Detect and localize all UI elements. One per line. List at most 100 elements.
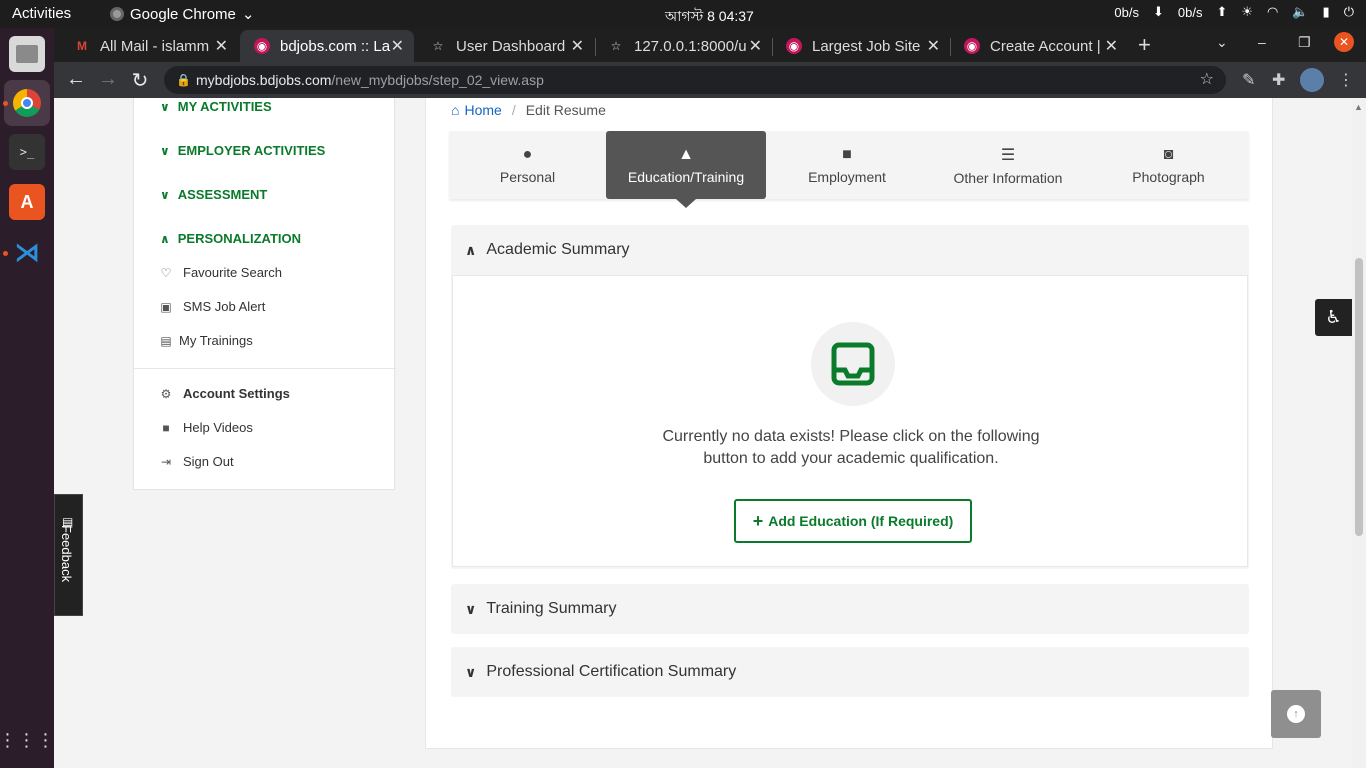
tab-title: bdjobs.com :: La — [280, 37, 391, 55]
scroll-to-top-button[interactable]: ↑ — [1271, 690, 1321, 738]
sidebar-item-label: SMS Job Alert — [183, 299, 266, 314]
browser-tab[interactable]: ☆ 127.0.0.1:8000/u ✕ — [594, 30, 772, 62]
browser-tab[interactable]: ◉ Largest Job Site ✕ — [772, 30, 950, 62]
software-center-icon[interactable]: A — [9, 184, 45, 220]
bookmark-star-icon[interactable]: ☆ — [1200, 66, 1214, 94]
academic-summary-panel: ∧ Academic Summary Currently no data exi… — [451, 225, 1249, 569]
tab-other-information[interactable]: ☰ Other Information — [928, 131, 1088, 199]
vscode-icon[interactable]: ⋊ — [9, 234, 45, 270]
star-icon: ☆ — [610, 39, 622, 53]
chevron-down-icon: ∨ — [160, 99, 170, 114]
camera-icon: ◙ — [1163, 145, 1174, 163]
arrow-up-icon: ↑ — [1287, 705, 1305, 723]
show-apps-icon[interactable]: ⋮⋮⋮ — [0, 722, 55, 758]
chrome-dock-icon[interactable] — [4, 80, 50, 126]
new-tab-button[interactable]: + — [1138, 32, 1151, 58]
tab-education-training[interactable]: ▲ Education/Training — [606, 131, 766, 208]
academic-summary-header[interactable]: ∧ Academic Summary — [451, 225, 1249, 275]
avatar[interactable] — [1300, 68, 1324, 92]
net-down-value: 0b/s — [1114, 4, 1139, 20]
tab-title: Largest Job Site — [812, 37, 921, 55]
system-top-bar: Activities Google Chrome ⌄ আগস্ট 8 04:37… — [0, 0, 1366, 28]
training-summary-header[interactable]: ∨ Training Summary — [451, 584, 1249, 634]
address-bar[interactable]: 🔒 mybdjobs.bdjobs.com/new_mybdjobs/step_… — [164, 66, 1226, 94]
close-tab-icon[interactable]: ✕ — [391, 36, 404, 56]
tab-personal[interactable]: ● Personal — [449, 131, 606, 199]
browser-tab[interactable]: M All Mail - islamm ✕ — [60, 30, 238, 62]
scroll-up-arrow-icon[interactable]: ▲ — [1354, 102, 1363, 112]
system-tray[interactable]: 0b/s ⬇ 0b/s ⬆ ☀ ◠ 🔈 ▮ ⏻ — [1114, 4, 1354, 20]
url-path: /new_mybdjobs/step_02_view.asp — [331, 72, 544, 88]
tab-label: Other Information — [953, 169, 1063, 186]
tab-search-icon[interactable]: ⌄ — [1216, 34, 1228, 51]
page-scrollbar[interactable]: ▲ — [1352, 98, 1366, 768]
sidebar-item-my-trainings[interactable]: ▤ My Trainings — [159, 333, 253, 348]
breadcrumb: ⌂ Home / Edit Resume — [451, 102, 606, 118]
net-up-value: 0b/s — [1177, 4, 1203, 20]
breadcrumb-home[interactable]: ⌂ Home — [451, 102, 502, 118]
sidebar-item-sign-out[interactable]: ⇥ Sign Out — [159, 454, 234, 469]
files-icon[interactable] — [9, 36, 45, 72]
sidebar-item-account-settings[interactable]: ⚙ Account Settings — [159, 386, 290, 401]
clock[interactable]: আগস্ট 8 04:37 — [665, 5, 754, 29]
running-indicator — [3, 101, 8, 106]
tab-title: All Mail - islamm — [100, 37, 210, 55]
breadcrumb-home-label: Home — [464, 102, 502, 118]
add-education-button[interactable]: + Add Education (If Required) — [734, 499, 972, 543]
back-arrow-icon[interactable]: ← — [64, 68, 88, 91]
forward-arrow-icon[interactable]: → — [96, 68, 120, 91]
sidebar-item-label: My Trainings — [179, 333, 253, 348]
power-icon: ⏻ — [1343, 4, 1354, 19]
sidebar-section-assessment[interactable]: ∨ ASSESSMENT — [160, 187, 267, 202]
browser-tab-active[interactable]: ◉ bdjobs.com :: La ✕ — [240, 30, 414, 62]
section-label: MY ACTIVITIES — [177, 99, 272, 114]
sidebar-section-my-activities[interactable]: ∨ MY ACTIVITIES — [160, 99, 272, 114]
home-icon: ⌂ — [451, 102, 460, 118]
add-education-label: Add Education (If Required) — [768, 513, 954, 529]
feedback-tab[interactable]: ▤ Feedback — [54, 494, 83, 616]
extension-icon[interactable]: ✎ — [1242, 70, 1255, 90]
close-tab-icon[interactable]: ✕ — [927, 36, 940, 56]
tab-title: Create Account | — [990, 37, 1101, 55]
close-tab-icon[interactable]: ✕ — [1105, 36, 1118, 56]
academic-summary-body: Currently no data exists! Please click o… — [452, 275, 1248, 567]
sidebar-section-personalization[interactable]: ∧ PERSONALIZATION — [160, 231, 301, 246]
tab-label: Employment — [808, 168, 886, 185]
close-tab-icon[interactable]: ✕ — [571, 36, 584, 56]
download-arrow-icon: ⬇ — [1152, 4, 1164, 19]
puzzle-icon[interactable]: ✚ — [1272, 70, 1285, 90]
certification-summary-header[interactable]: ∨ Professional Certification Summary — [451, 647, 1249, 697]
close-tab-icon[interactable]: ✕ — [215, 36, 228, 56]
accessibility-icon[interactable]: ♿ — [1315, 299, 1352, 336]
app-menu-label: Google Chrome — [130, 5, 236, 23]
activities-button[interactable]: Activities — [12, 5, 71, 22]
app-menu[interactable]: Google Chrome ⌄ — [110, 5, 254, 23]
video-icon: ■ — [162, 420, 170, 435]
reload-icon[interactable]: ↻ — [128, 68, 152, 93]
close-tab-icon[interactable]: ✕ — [749, 36, 762, 56]
browser-tab[interactable]: ☆ User Dashboard ✕ — [416, 30, 594, 62]
scrollbar-thumb[interactable] — [1355, 258, 1363, 536]
person-icon: ● — [522, 145, 533, 163]
tab-photograph[interactable]: ◙ Photograph — [1088, 131, 1249, 199]
restore-icon[interactable]: ❐ — [1298, 34, 1311, 51]
web-page: ∨ MY ACTIVITIES ∨ EMPLOYER ACTIVITIES ∨ … — [54, 98, 1352, 768]
panel-title: Academic Summary — [486, 241, 630, 258]
browser-tab[interactable]: ◉ Create Account | ✕ — [950, 30, 1128, 62]
sidebar-item-help-videos[interactable]: ■ Help Videos — [159, 420, 253, 435]
minimize-icon[interactable]: – — [1258, 34, 1266, 50]
terminal-icon[interactable]: >_ — [9, 134, 45, 170]
sidebar-item-label: Account Settings — [183, 386, 290, 401]
dock: >_ A ⋊ ⋮⋮⋮ — [0, 28, 55, 768]
sidebar-item-favourite-search[interactable]: ♡ Favourite Search — [159, 265, 282, 280]
close-window-icon[interactable]: ✕ — [1334, 32, 1354, 52]
chevron-up-icon: ∧ — [465, 241, 477, 258]
chevron-up-icon: ∧ — [160, 231, 170, 246]
menu-kebab-icon[interactable]: ⋮ — [1338, 70, 1354, 90]
sidebar-item-sms-job-alert[interactable]: ▣ SMS Job Alert — [159, 299, 265, 314]
tab-employment[interactable]: ■ Employment — [766, 131, 928, 199]
sidebar-section-employer-activities[interactable]: ∨ EMPLOYER ACTIVITIES — [160, 143, 325, 158]
url-domain: mybdjobs.bdjobs.com — [196, 72, 332, 88]
briefcase-icon: ■ — [842, 145, 852, 163]
feedback-label: Feedback — [59, 525, 74, 583]
